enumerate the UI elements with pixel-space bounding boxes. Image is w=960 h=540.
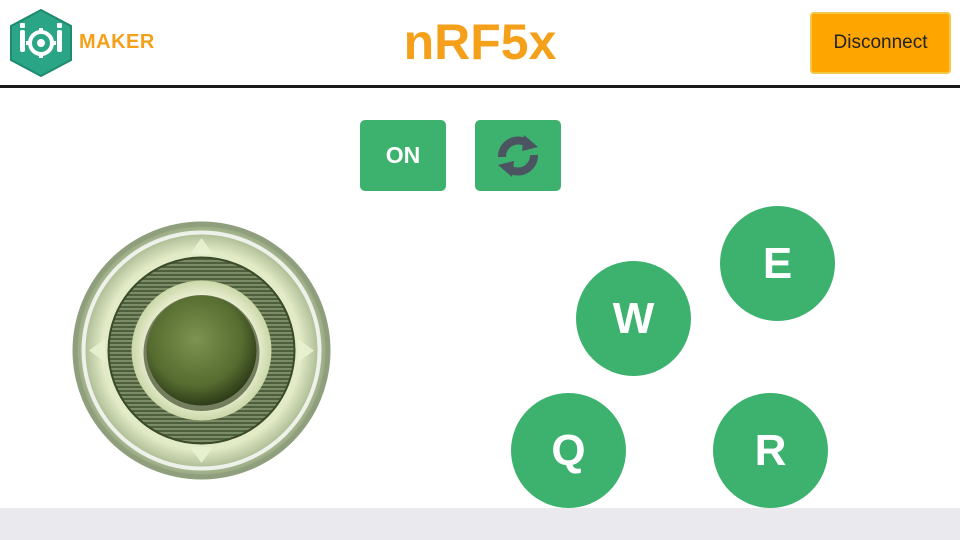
joystick-pad[interactable] [71, 220, 332, 481]
q-button[interactable]: Q [511, 393, 626, 508]
app-header: MAKER nRF5x Disconnect [0, 0, 960, 88]
bottom-bar [0, 508, 960, 540]
e-button[interactable]: E [720, 206, 835, 321]
on-button-label: ON [385, 142, 421, 168]
r-button[interactable]: R [713, 393, 828, 508]
disconnect-button[interactable]: Disconnect [810, 12, 951, 74]
w-button[interactable]: W [576, 261, 691, 376]
logo-text: MAKER [79, 31, 155, 53]
refresh-icon [498, 134, 538, 177]
maker-logo-icon [8, 8, 74, 78]
page-title: nRF5x [403, 14, 557, 70]
refresh-button[interactable] [475, 120, 561, 191]
on-button[interactable]: ON [360, 120, 446, 191]
